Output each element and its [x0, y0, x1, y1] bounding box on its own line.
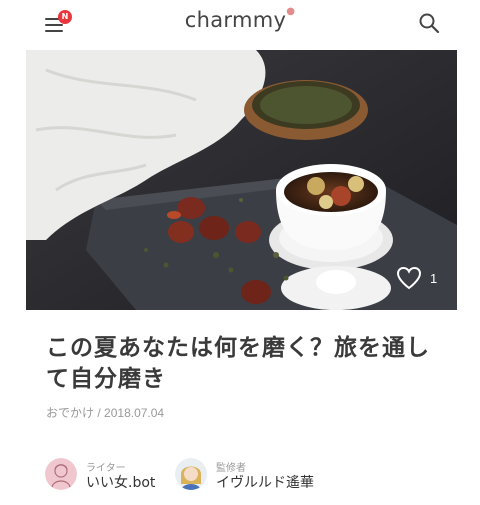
- supervisor-profile[interactable]: 監修者 イヴルルド遙華: [175, 458, 325, 492]
- heart-outline-icon: [396, 266, 422, 290]
- like-button[interactable]: [396, 266, 424, 292]
- article-meta: おでかけ / 2018.07.04: [46, 404, 164, 421]
- writer-name: いい女.bot: [86, 475, 156, 491]
- category-link[interactable]: おでかけ: [46, 406, 94, 420]
- tea-photo: [26, 50, 457, 310]
- search-button[interactable]: [418, 12, 440, 34]
- like-count: 1: [430, 271, 438, 286]
- writer-avatar: [45, 458, 77, 490]
- meta-separator: /: [97, 406, 101, 420]
- writer-profile[interactable]: ライター いい女.bot: [45, 458, 165, 492]
- logo-dot: ●: [286, 6, 296, 17]
- supervisor-avatar: [175, 458, 207, 490]
- article-title-line-2: て自分磨き: [46, 366, 166, 392]
- search-icon: [419, 13, 440, 34]
- site-logo[interactable]: charmmy●: [0, 6, 480, 32]
- supervisor-name: イヴルルド遙華: [216, 475, 314, 491]
- app-header: N charmmy●: [0, 0, 480, 48]
- article-title[interactable]: この夏あなたは何を磨く？旅を通し て自分磨き: [46, 333, 446, 395]
- article-title-line-1: この夏あなたは何を磨く？旅を通し: [46, 335, 430, 361]
- logo-text: charmmy: [184, 8, 287, 32]
- publish-date: 2018.07.04: [104, 406, 165, 420]
- hero-image[interactable]: 1: [26, 50, 457, 310]
